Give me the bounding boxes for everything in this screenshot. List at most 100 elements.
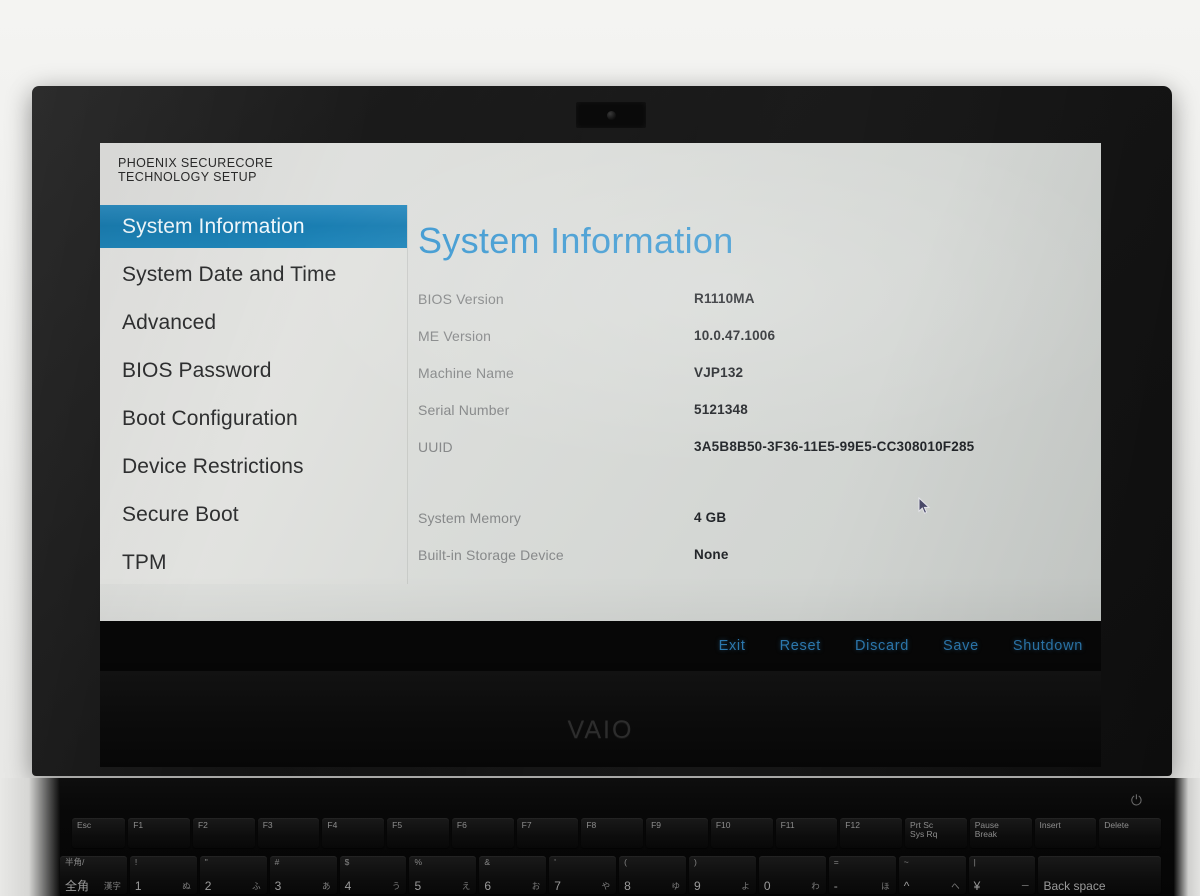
discard-button[interactable]: Discard <box>855 638 909 654</box>
key-base-label: 0 <box>763 879 771 893</box>
sidebar-item-advanced[interactable]: Advanced <box>100 301 407 344</box>
key-2[interactable]: " 2 ふ <box>199 856 267 894</box>
deck-left-edge <box>0 778 60 896</box>
exit-button[interactable]: Exit <box>719 638 746 654</box>
key-0[interactable]: 0 わ <box>758 856 826 894</box>
key-base-label: ^ <box>903 879 910 893</box>
key-f4[interactable]: F4 <box>322 818 385 848</box>
sidebar-item-label: Advanced <box>122 310 217 334</box>
info-row: System Memory 4 GB <box>418 499 1101 536</box>
bios-action-bar: Exit Reset Discard Save Shutdown <box>100 621 1101 671</box>
key-insert[interactable]: Insert <box>1034 818 1097 848</box>
key-minus[interactable]: = - ほ <box>828 856 896 894</box>
sidebar-item-system-date-and-time[interactable]: System Date and Time <box>100 253 407 296</box>
power-button-icon[interactable]: ⏻ <box>1131 792 1142 809</box>
key-delete[interactable]: Delete <box>1099 818 1161 848</box>
bios-sidebar: System Information System Date and Time … <box>100 205 408 584</box>
key-shifted-label: ! <box>134 857 138 867</box>
key-esc[interactable]: Esc <box>72 818 126 848</box>
key-caret[interactable]: ~ ^ へ <box>898 856 966 894</box>
key-f8[interactable]: F8 <box>581 818 644 848</box>
mouse-cursor-icon <box>918 497 931 514</box>
key-pause-break[interactable]: Pause Break <box>969 818 1032 848</box>
key-f3[interactable]: F3 <box>257 818 320 848</box>
key-kana-label: ー <box>1020 881 1030 891</box>
key-5[interactable]: % 5 え <box>409 856 477 894</box>
key-base-label: ¥ <box>973 879 981 893</box>
sidebar-item-label: Device Restrictions <box>122 454 304 478</box>
key-kana-label: や <box>601 881 611 891</box>
key-f2[interactable]: F2 <box>192 818 255 848</box>
key-8[interactable]: ( 8 ゆ <box>619 856 687 894</box>
key-3[interactable]: # 3 あ <box>269 856 337 894</box>
key-hankaku-zenkaku[interactable]: 半角/ 全角 漢字 <box>60 856 127 894</box>
info-row: Machine Name VJP132 <box>418 354 1101 391</box>
key-f11[interactable]: F11 <box>775 818 838 848</box>
info-row: Built-in Storage Device None <box>418 536 1101 573</box>
sidebar-item-bios-password[interactable]: BIOS Password <box>100 349 407 392</box>
key-backspace[interactable]: Back space <box>1038 856 1162 894</box>
key-f9[interactable]: F9 <box>646 818 708 848</box>
sidebar-item-system-information[interactable]: System Information <box>100 205 407 248</box>
key-shifted-label: " <box>204 857 208 867</box>
shutdown-button[interactable]: Shutdown <box>1013 638 1083 654</box>
key-shifted-label: ( <box>624 857 627 867</box>
info-label: UUID <box>418 438 453 455</box>
key-f12[interactable]: F12 <box>840 818 903 848</box>
info-row: ME Version 10.0.47.1006 <box>418 317 1101 354</box>
info-value: 3A5B8B50-3F36-11E5-99E5-CC308010F285 <box>694 439 975 454</box>
laptop-screen: PHOENIX SECURECORE TECHNOLOGY SETUP Syst… <box>100 143 1101 671</box>
key-f1[interactable]: F1 <box>128 818 190 848</box>
key-base-label: 全角 <box>65 879 90 893</box>
key-shifted-label: $ <box>344 857 350 867</box>
key-f5[interactable]: F5 <box>387 818 449 848</box>
bios-setup-utility: PHOENIX SECURECORE TECHNOLOGY SETUP Syst… <box>100 143 1101 671</box>
key-shifted-label: = <box>833 857 839 867</box>
key-6[interactable]: & 6 お <box>479 856 547 894</box>
laptop-photo: PHOENIX SECURECORE TECHNOLOGY SETUP Syst… <box>0 0 1200 896</box>
key-kana-label: ゆ <box>671 881 681 891</box>
key-shifted-label: # <box>274 857 280 867</box>
info-value: 5121348 <box>694 402 748 417</box>
sidebar-item-label: System Information <box>122 214 305 238</box>
page-title: System Information <box>418 220 734 261</box>
save-button[interactable]: Save <box>943 638 979 654</box>
key-kana-label: あ <box>322 881 331 891</box>
key-1[interactable]: ! 1 ぬ <box>129 856 197 894</box>
sidebar-item-boot-configuration[interactable]: Boot Configuration <box>100 397 407 440</box>
key-shifted-label: ) <box>694 857 697 867</box>
info-label: Serial Number <box>418 401 510 418</box>
key-shifted-label: & <box>484 857 491 867</box>
key-7[interactable]: ' 7 や <box>549 856 617 894</box>
key-9[interactable]: ) 9 よ <box>689 856 756 894</box>
info-label: Machine Name <box>418 364 514 381</box>
key-kana-label: ぬ <box>182 881 191 891</box>
key-kana-label: ふ <box>252 881 261 891</box>
key-f10[interactable]: F10 <box>710 818 773 848</box>
key-base-label: 2 <box>204 879 212 893</box>
info-label: Built-in Storage Device <box>418 546 564 563</box>
number-key-row: 半角/ 全角 漢字 ! 1 ぬ " 2 ふ # 3 あ $ 4 う % 5 え <box>60 856 1164 894</box>
key-kana-label: わ <box>811 881 820 891</box>
info-value: 10.0.47.1006 <box>694 328 776 343</box>
bios-header-title: PHOENIX SECURECORE TECHNOLOGY SETUP <box>118 156 274 184</box>
key-base-label: 5 <box>414 879 422 893</box>
key-base-label: Back space <box>1043 879 1106 893</box>
sidebar-item-tpm[interactable]: TPM <box>100 541 407 584</box>
key-f7[interactable]: F7 <box>516 818 579 848</box>
sidebar-item-label: System Date and Time <box>122 262 337 286</box>
sidebar-item-secure-boot[interactable]: Secure Boot <box>100 493 407 536</box>
info-row: UUID 3A5B8B50-3F36-11E5-99E5-CC308010F28… <box>418 428 1101 465</box>
bios-header: PHOENIX SECURECORE TECHNOLOGY SETUP <box>100 143 1101 205</box>
bios-content-pane: System Information BIOS Version R1110MA … <box>408 205 1101 584</box>
info-value: R1110MA <box>694 291 755 306</box>
info-label: BIOS Version <box>418 290 504 307</box>
key-4[interactable]: $ 4 う <box>339 856 407 894</box>
key-shifted-label: % <box>414 857 423 867</box>
info-value: 4 GB <box>694 510 727 525</box>
key-yen[interactable]: | ¥ ー <box>968 856 1036 894</box>
sidebar-item-device-restrictions[interactable]: Device Restrictions <box>100 445 407 488</box>
key-f6[interactable]: F6 <box>451 818 514 848</box>
reset-button[interactable]: Reset <box>780 638 821 654</box>
key-print-screen[interactable]: Prt Sc Sys Rq <box>905 818 967 848</box>
